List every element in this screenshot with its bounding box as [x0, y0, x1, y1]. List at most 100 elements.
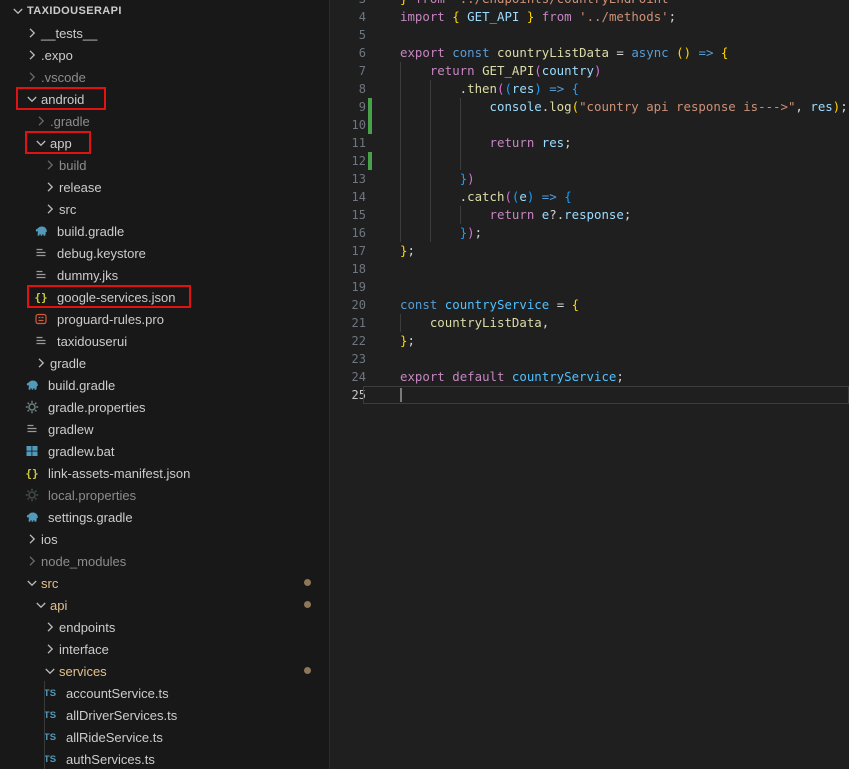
chevron-down-icon[interactable] — [33, 135, 49, 151]
code-line-11[interactable]: return res; — [400, 134, 572, 152]
line-number-19[interactable]: 19 — [330, 278, 366, 296]
line-number-10[interactable]: 10 — [330, 116, 366, 134]
chevron-right-icon[interactable] — [42, 157, 58, 173]
tree-item-taxidouserui[interactable]: taxidouserui — [0, 330, 329, 352]
tree-item-label: release — [59, 180, 102, 195]
line-number-8[interactable]: 8 — [330, 80, 366, 98]
line-number-18[interactable]: 18 — [330, 260, 366, 278]
chevron-right-icon[interactable] — [42, 179, 58, 195]
line-number-21[interactable]: 21 — [330, 314, 366, 332]
tree-item-interface[interactable]: interface — [0, 638, 329, 660]
line-number-20[interactable]: 20 — [330, 296, 366, 314]
tree-item-gradle-properties[interactable]: gradle.properties — [0, 396, 329, 418]
code-line-16[interactable]: }); — [400, 224, 482, 242]
code-line-9[interactable]: console.log("country api response is--->… — [400, 98, 848, 116]
line-number-12[interactable]: 12 — [330, 152, 366, 170]
tree-item-gradle[interactable]: .gradle — [0, 110, 329, 132]
tree-item-label: link-assets-manifest.json — [48, 466, 190, 481]
line-number-6[interactable]: 6 — [330, 44, 366, 62]
tree-item-proguard-rules-pro[interactable]: proguard-rules.pro — [0, 308, 329, 330]
tree-item-tests[interactable]: __tests__ — [0, 22, 329, 44]
chevron-right-icon[interactable] — [33, 355, 49, 371]
tree-item-build-gradle[interactable]: build.gradle — [0, 374, 329, 396]
line-number-5[interactable]: 5 — [330, 26, 366, 44]
tree-item-app[interactable]: app — [0, 132, 329, 154]
tree-item-expo[interactable]: .expo — [0, 44, 329, 66]
line-number-7[interactable]: 7 — [330, 62, 366, 80]
tree-item-android[interactable]: android — [0, 88, 329, 110]
code-line-17[interactable]: }; — [400, 242, 415, 260]
line-number-16[interactable]: 16 — [330, 224, 366, 242]
line-number-25[interactable]: 25 — [330, 386, 366, 404]
tree-item-ios[interactable]: ios — [0, 528, 329, 550]
chevron-down-icon[interactable] — [24, 91, 40, 107]
chevron-right-icon[interactable] — [24, 531, 40, 547]
tree-item-label: gradle.properties — [48, 400, 146, 415]
modified-dot — [304, 667, 311, 674]
tree-item-services[interactable]: services — [0, 660, 329, 682]
tree-item-release[interactable]: release — [0, 176, 329, 198]
annotation-red-box — [27, 285, 191, 308]
line-number-13[interactable]: 13 — [330, 170, 366, 188]
chevron-right-icon[interactable] — [24, 69, 40, 85]
line-number-4[interactable]: 4 — [330, 8, 366, 26]
code-line-20[interactable]: const countryService = { — [400, 296, 579, 314]
tree-item-build[interactable]: build — [0, 154, 329, 176]
tree-item-allrideservice-ts[interactable]: TSallRideService.ts — [0, 726, 329, 748]
line-number-14[interactable]: 14 — [330, 188, 366, 206]
tree-item-vscode[interactable]: .vscode — [0, 66, 329, 88]
tree-item-settings-gradle[interactable]: settings.gradle — [0, 506, 329, 528]
tree-item-alldriverservices-ts[interactable]: TSallDriverServices.ts — [0, 704, 329, 726]
line-number-24[interactable]: 24 — [330, 368, 366, 386]
code-line-21[interactable]: countryListData, — [400, 314, 549, 332]
tree-item-api[interactable]: api — [0, 594, 329, 616]
tree-item-link-assets-manifest-json[interactable]: {}link-assets-manifest.json — [0, 462, 329, 484]
chevron-right-icon[interactable] — [24, 553, 40, 569]
tree-item-label: gradle — [50, 356, 86, 371]
line-number-11[interactable]: 11 — [330, 134, 366, 152]
code-line-6[interactable]: export const countryListData = async () … — [400, 44, 728, 62]
code-line-24[interactable]: export default countryService; — [400, 368, 624, 386]
code-line-15[interactable]: return e?.response; — [400, 206, 631, 224]
tree-item-gradle[interactable]: gradle — [0, 352, 329, 374]
tree-item-debug-keystore[interactable]: debug.keystore — [0, 242, 329, 264]
chevron-right-icon[interactable] — [33, 113, 49, 129]
chevron-right-icon[interactable] — [42, 619, 58, 635]
chevron-down-icon[interactable] — [33, 597, 49, 613]
tree-item-google-services-json[interactable]: {}google-services.json — [0, 286, 329, 308]
tree-item-dummy-jks[interactable]: dummy.jks — [0, 264, 329, 286]
chevron-right-icon[interactable] — [24, 47, 40, 63]
line-number-15[interactable]: 15 — [330, 206, 366, 224]
tree-item-taxidouserapi[interactable]: TAXIDOUSERAPI — [0, 0, 329, 22]
line-number-23[interactable]: 23 — [330, 350, 366, 368]
code-line-4[interactable]: import { GET_API } from '../methods'; — [400, 8, 676, 26]
chevron-down-icon[interactable] — [24, 575, 40, 591]
chevron-down-icon[interactable] — [42, 663, 58, 679]
code-line-22[interactable]: }; — [400, 332, 415, 350]
code-line-3[interactable]: } from '../endpoints/countryEndPoint' — [400, 0, 676, 8]
line-number-3[interactable]: 3 — [330, 0, 366, 8]
tree-item-authservices-ts[interactable]: TSauthServices.ts — [0, 748, 329, 769]
chevron-right-icon[interactable] — [24, 25, 40, 41]
proguard-icon — [33, 311, 49, 327]
tree-item-accountservice-ts[interactable]: TSaccountService.ts — [0, 682, 329, 704]
code-line-8[interactable]: .then((res) => { — [400, 80, 579, 98]
line-number-17[interactable]: 17 — [330, 242, 366, 260]
tree-item-gradlew[interactable]: gradlew — [0, 418, 329, 440]
chevron-right-icon[interactable] — [42, 641, 58, 657]
tree-item-node-modules[interactable]: node_modules — [0, 550, 329, 572]
tree-item-endpoints[interactable]: endpoints — [0, 616, 329, 638]
code-line-14[interactable]: .catch((e) => { — [400, 188, 572, 206]
line-number-22[interactable]: 22 — [330, 332, 366, 350]
tree-item-src[interactable]: src — [0, 198, 329, 220]
tree-item-local-properties[interactable]: local.properties — [0, 484, 329, 506]
tree-item-gradlew-bat[interactable]: gradlew.bat — [0, 440, 329, 462]
code-line-13[interactable]: }) — [400, 170, 475, 188]
code-line-7[interactable]: return GET_API(country) — [400, 62, 601, 80]
tree-item-build-gradle[interactable]: build.gradle — [0, 220, 329, 242]
tree-item-src[interactable]: src — [0, 572, 329, 594]
tree-item-label: gradlew.bat — [48, 444, 115, 459]
chevron-right-icon[interactable] — [42, 201, 58, 217]
line-number-9[interactable]: 9 — [330, 98, 366, 116]
chevron-down-icon[interactable] — [10, 3, 26, 19]
